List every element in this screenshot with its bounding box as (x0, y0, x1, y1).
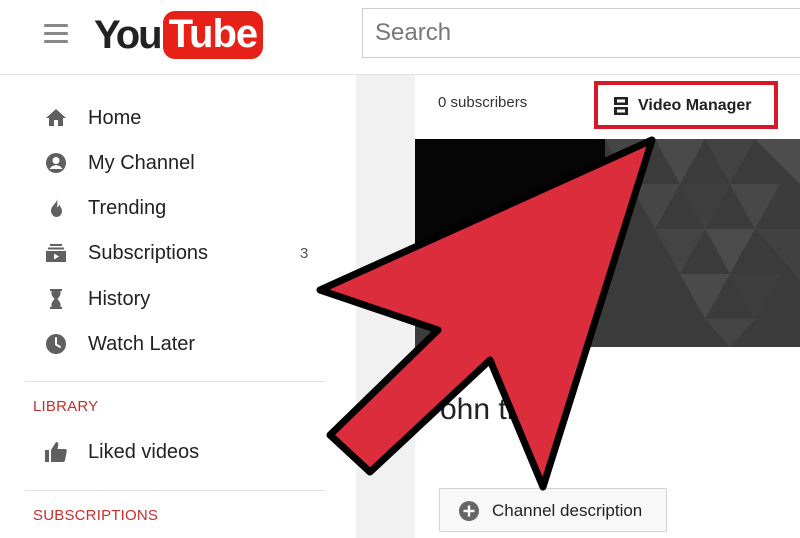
logo-you-text: You (94, 12, 163, 57)
sidebar-item-my-channel[interactable]: My Channel (0, 143, 356, 183)
flame-icon (51, 198, 62, 217)
subscriber-count: 0 subscribers (438, 94, 528, 111)
sidebar-item-label: Watch Later (88, 332, 196, 355)
channel-description-button[interactable]: Channel description (439, 488, 667, 532)
hourglass-icon (50, 289, 62, 309)
sidebar-item-history[interactable]: History (0, 279, 356, 319)
sidebar-item-label: My Channel (88, 151, 195, 174)
sidebar-divider (25, 490, 325, 491)
sidebar-item-label: Subscriptions (88, 241, 209, 264)
sidebar-item-label: Trending (88, 196, 167, 219)
sidebar-item-liked-videos[interactable]: Liked videos (0, 432, 356, 472)
search-box[interactable] (362, 8, 800, 58)
youtube-logo[interactable]: You Tube (94, 10, 264, 60)
top-bar: You Tube (0, 0, 800, 75)
search-input[interactable] (363, 9, 800, 57)
sidebar-divider (25, 381, 325, 382)
account-icon (46, 153, 66, 173)
subscriptions-count-badge: 3 (300, 244, 309, 262)
sidebar-item-label: History (88, 287, 151, 310)
sidebar-item-watch-later[interactable]: Watch Later (0, 324, 356, 364)
subscriptions-icon (46, 244, 66, 262)
channel-description-label: Channel description (492, 501, 643, 520)
channel-banner (415, 139, 800, 347)
video-manager-button[interactable]: Video Manager (594, 81, 778, 129)
subscriptions-heading: SUBSCRIPTIONS (33, 507, 159, 524)
logo-tube-text: Tube (162, 11, 264, 59)
sidebar-item-label: Liked videos (88, 440, 200, 463)
video-manager-label: Video Manager (638, 97, 752, 114)
library-heading: LIBRARY (33, 398, 99, 415)
video-manager-icon (614, 97, 628, 115)
banner-pattern (415, 139, 800, 347)
sidebar-item-label: Home (88, 106, 142, 129)
channel-name: ohn th (440, 393, 524, 426)
hamburger-menu-icon[interactable] (44, 24, 68, 44)
home-icon (46, 109, 66, 126)
sidebar-item-subscriptions[interactable]: Subscriptions 3 (0, 233, 356, 273)
sidebar-item-trending[interactable]: Trending (0, 188, 356, 228)
thumbs-up-icon (45, 442, 67, 462)
sidebar-item-home[interactable]: Home (0, 98, 356, 138)
add-circle-icon (459, 501, 479, 521)
clock-icon (46, 334, 66, 354)
